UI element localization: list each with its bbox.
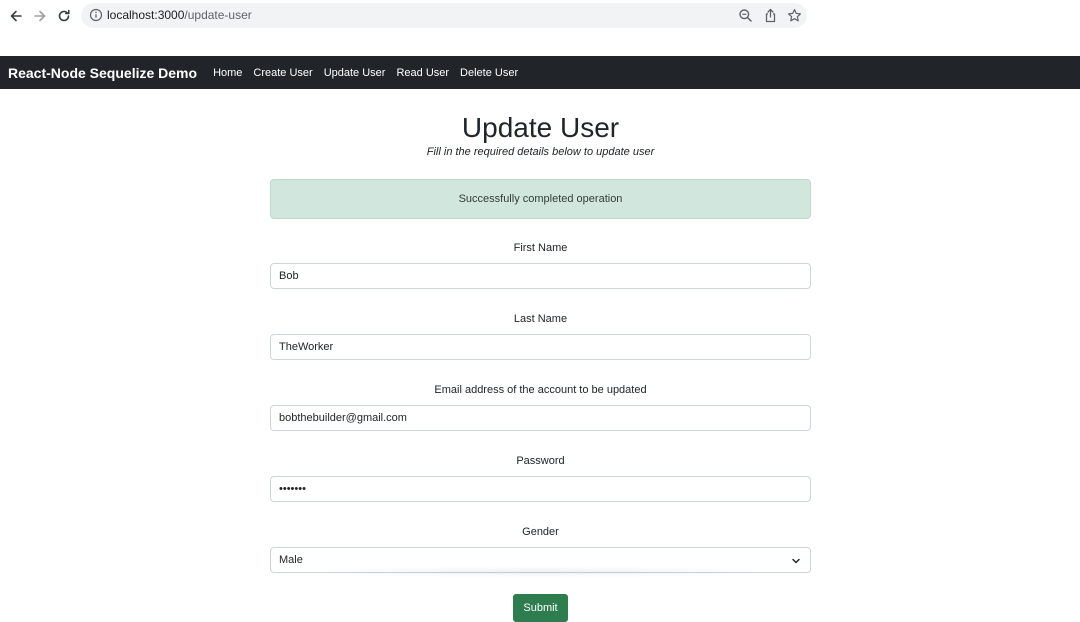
zoom-icon[interactable] (738, 8, 753, 23)
star-icon[interactable] (787, 8, 802, 23)
gender-selected-value: Male (279, 554, 303, 566)
nav-link-update-user[interactable]: Update User (324, 67, 386, 79)
back-icon[interactable] (6, 6, 26, 26)
reload-icon[interactable] (54, 6, 74, 26)
navbar-brand[interactable]: React-Node Sequelize Demo (8, 65, 197, 81)
chevron-down-icon (791, 556, 801, 566)
url-text[interactable]: localhost:3000/update-user (107, 8, 252, 22)
browser-chrome: localhost:3000/update-user (0, 0, 1080, 56)
info-icon[interactable] (89, 8, 103, 22)
last-name-label: Last Name (513, 313, 568, 325)
nav-link-home[interactable]: Home (213, 67, 242, 79)
page-subtitle: Fill in the required details below to up… (426, 146, 655, 158)
nav-link-read-user[interactable]: Read User (396, 67, 449, 79)
email-label: Email address of the account to be updat… (434, 384, 647, 396)
url-path: /update-user (184, 8, 252, 22)
update-user-form-container: Update User Fill in the required details… (270, 89, 811, 622)
address-bar[interactable]: localhost:3000/update-user (81, 3, 807, 28)
first-name-label: First Name (513, 242, 568, 254)
forward-icon[interactable] (30, 6, 50, 26)
first-name-input[interactable]: Bob (270, 263, 811, 289)
gender-label: Gender (522, 526, 559, 538)
nav-link-delete-user[interactable]: Delete User (460, 67, 518, 79)
share-icon[interactable] (763, 8, 778, 23)
nav-link-create-user[interactable]: Create User (253, 67, 312, 79)
app-navbar: React-Node Sequelize Demo Home Create Us… (0, 56, 1080, 89)
last-name-input[interactable]: TheWorker (270, 334, 811, 360)
password-label: Password (516, 455, 565, 467)
page-title: Update User (461, 112, 620, 143)
email-input[interactable]: bobthebuilder@gmail.com (270, 405, 811, 431)
nav-links: Home Create User Update User Read User D… (213, 67, 529, 79)
submit-button[interactable]: Submit (513, 594, 568, 622)
password-input[interactable]: ••••••• (270, 476, 811, 502)
bottom-shadow (290, 566, 790, 578)
submit-wrapper: Submit (270, 594, 811, 622)
url-host: localhost:3000 (107, 8, 185, 22)
alert-message: Successfully completed operation (458, 193, 623, 205)
success-alert: Successfully completed operation (270, 179, 811, 219)
